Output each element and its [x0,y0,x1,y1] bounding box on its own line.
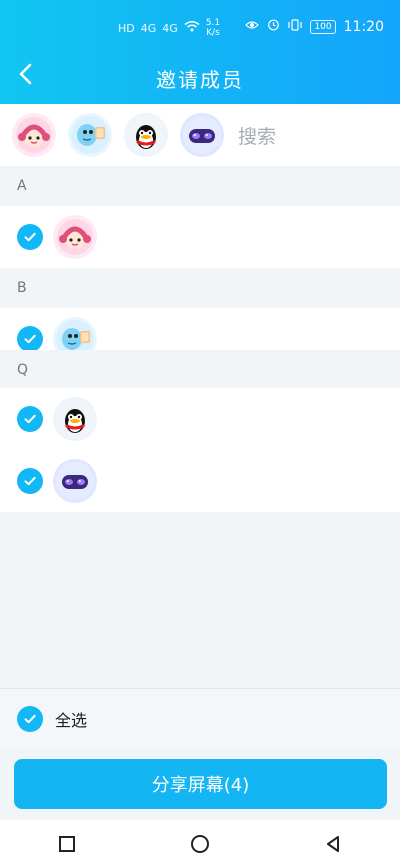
eye-icon [245,19,260,34]
page-title: 邀请成员 [156,68,244,92]
girl-avatar[interactable] [12,113,56,157]
recent-apps-icon [58,835,75,852]
penguin-avatar [53,397,97,441]
section-letter: B [17,280,27,296]
system-nav-bar [0,820,400,867]
status-time: 11:20 [343,18,384,35]
wifi-icon [184,20,200,36]
dino-avatar[interactable] [68,113,112,157]
status-bar: HD 4G 4G 5.1 K/s 100 11:20 [0,0,400,50]
net-speed: 5.1 K/s [206,18,220,38]
section-letter: A [17,178,27,194]
select-all-label: 全选 [55,710,88,730]
select-all-bar[interactable]: 全选 [0,688,400,748]
section-letter: Q [17,362,29,378]
checkbox[interactable] [17,406,43,432]
vibrate-icon [288,18,303,35]
signal-4g-icon: 4G [162,21,178,35]
home-button[interactable] [176,820,224,867]
header: HD 4G 4G 5.1 K/s 100 11:20 邀请成员 [0,0,400,104]
robot-avatar [53,459,97,503]
robot-avatar[interactable] [180,113,224,157]
status-right: 100 11:20 [245,18,384,35]
check-icon [24,714,36,723]
status-left: HD 4G 4G 5.1 K/s [118,18,220,38]
member-row[interactable] [0,206,400,268]
checkbox[interactable] [17,326,43,352]
selected-members-strip: 搜索 [0,104,400,166]
check-icon [24,476,36,486]
net-speed-unit: K/s [206,28,220,38]
girl-avatar [53,215,97,259]
hd-icon: HD [118,21,135,35]
back-nav-button[interactable] [309,820,357,867]
check-icon [24,414,36,424]
member-row[interactable] [0,388,400,450]
checkbox[interactable] [17,224,43,250]
section-header-q: Q [0,350,400,390]
checkbox[interactable] [17,468,43,494]
signal-4g-icon: 4G [140,21,157,35]
recent-apps-button[interactable] [43,820,91,867]
alarm-icon [267,18,280,35]
net-speed-value: 5.1 [205,18,221,28]
check-icon [24,232,36,242]
share-screen-button[interactable]: 分享屏幕(4) [14,759,387,809]
search-input[interactable]: 搜索 [238,122,276,149]
section-header-a: A [0,166,400,206]
battery-icon: 100 [310,19,336,34]
section-header-b: B [0,268,400,308]
back-icon [327,835,340,852]
select-all-checkbox[interactable] [17,705,43,732]
penguin-avatar[interactable] [124,113,168,157]
home-icon [190,834,209,853]
member-row[interactable] [0,450,400,512]
check-icon [24,334,36,344]
